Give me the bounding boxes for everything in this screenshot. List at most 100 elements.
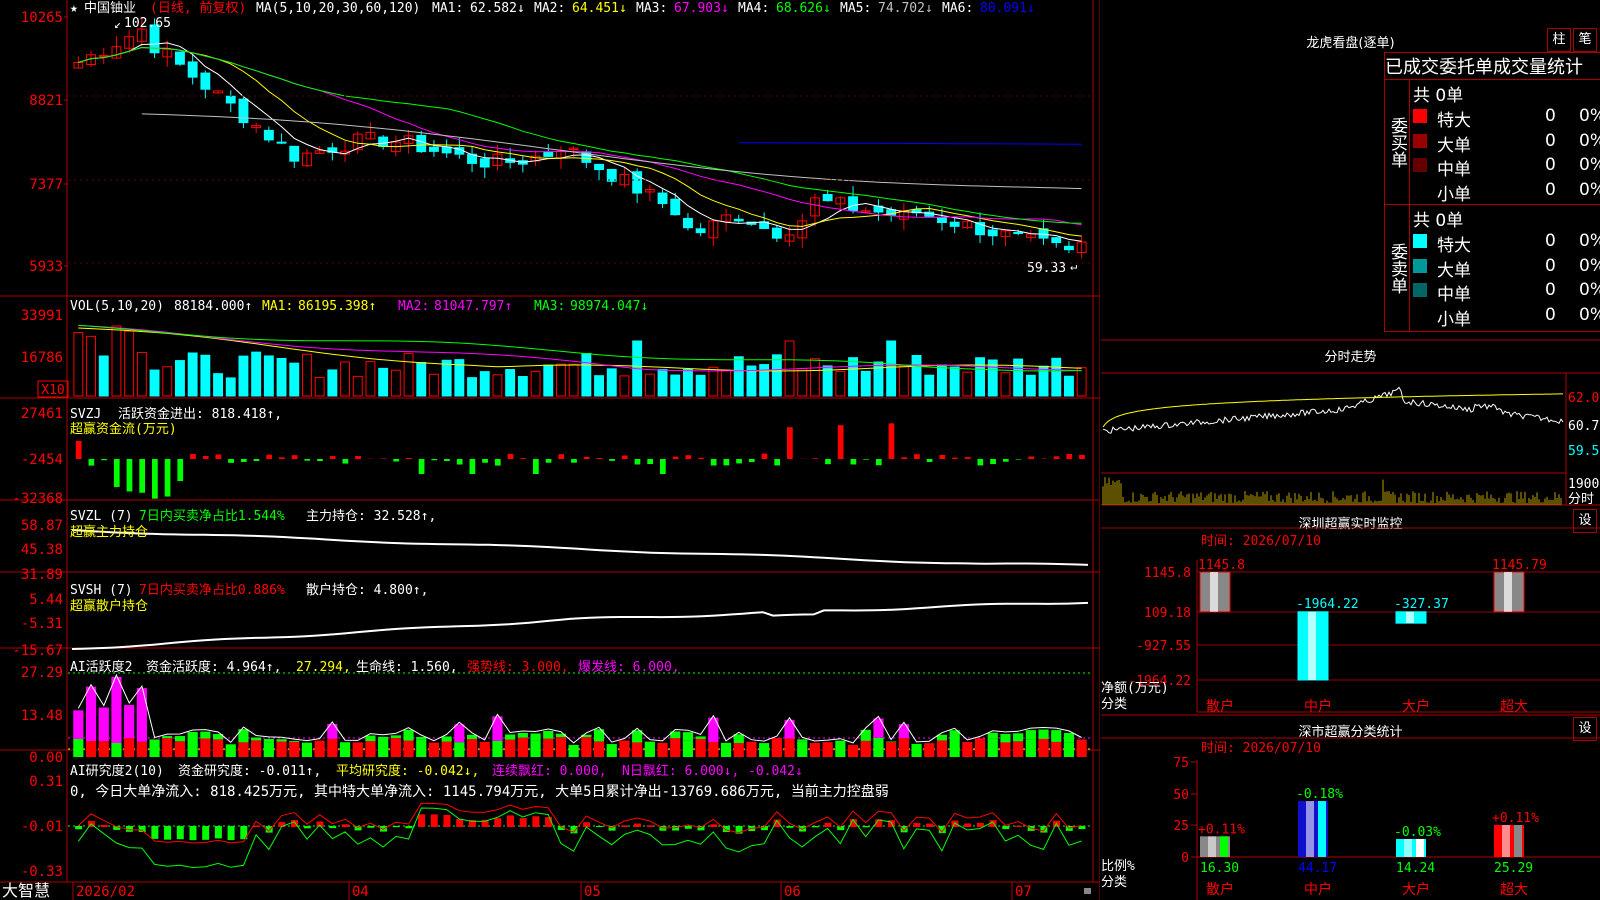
volume-bar xyxy=(314,376,325,397)
high-price-label: 102.65 xyxy=(124,16,171,31)
classify-title: 深市超赢分类统计 xyxy=(1298,725,1403,740)
volume-bar xyxy=(340,361,350,397)
activity-bar-base xyxy=(352,742,363,757)
vol-y-tick: 33991 xyxy=(21,308,63,324)
activity-bar-top xyxy=(797,739,808,742)
ai-activity-label: AI活跃度2 xyxy=(70,659,132,675)
research-bar xyxy=(684,826,692,829)
research-bar xyxy=(456,818,464,827)
sell-row[interactable]: 特大 0 0% xyxy=(1413,231,1600,256)
realtime-monitor-panel: 深圳超赢实时监控 设 xyxy=(1101,505,1600,715)
volume-bar xyxy=(403,352,414,397)
svzl-y-tick: 45.38 xyxy=(21,542,63,558)
fund-flow-bar xyxy=(126,459,133,492)
candle-body xyxy=(848,196,858,211)
buy-row[interactable]: 大单 0 0% xyxy=(1413,130,1600,156)
activity-bar-base xyxy=(708,742,719,757)
activity-bar-base xyxy=(720,742,732,757)
activity-bar-top xyxy=(1025,730,1036,740)
activity-bar-top xyxy=(530,733,541,741)
activity-bar-top xyxy=(263,738,274,743)
research-bar xyxy=(151,826,159,839)
category-count: 0 xyxy=(1545,304,1556,325)
stock-chart[interactable]: 10265 8821 7377 5933 ★ 中国铀业 (日线, 前复权) MA(5,10,2… xyxy=(0,0,1100,900)
candle-body xyxy=(378,136,389,147)
research-bar xyxy=(202,826,210,840)
volume-bar xyxy=(416,362,427,397)
svsh-y-tick: 5.44 xyxy=(29,592,63,608)
vol-ma-value-2: 81047.797↑ xyxy=(434,299,512,314)
activity-bar-top xyxy=(441,736,452,742)
volume-bar xyxy=(1064,375,1074,397)
sell-row[interactable]: 小单 0 0% xyxy=(1413,304,1600,330)
buy-row[interactable]: 小单 0 0% xyxy=(1413,180,1600,205)
candle-body xyxy=(632,171,643,194)
sell-row[interactable]: 大单 0 0% xyxy=(1413,256,1600,281)
lock-icon xyxy=(1084,888,1091,894)
category-label: 大单 xyxy=(1437,260,1471,281)
research-bar xyxy=(303,826,311,829)
fund-flow-bar xyxy=(698,457,704,459)
volume-bar xyxy=(390,369,401,397)
category-pct: 0% xyxy=(1579,231,1600,251)
fund-flow-bar xyxy=(507,453,514,459)
fund-flow-bar xyxy=(418,459,425,474)
fund-flow-bar xyxy=(571,459,577,463)
research-bar xyxy=(786,826,794,828)
category-pct: 0% xyxy=(1579,106,1600,126)
activity-bar-top xyxy=(543,731,554,739)
research-bar xyxy=(176,826,184,840)
candle-body xyxy=(771,227,782,239)
candle-body xyxy=(949,221,960,227)
candle-body xyxy=(733,218,744,222)
pen-view-button[interactable]: 笔 xyxy=(1573,28,1597,52)
activity-bar-base xyxy=(289,742,300,757)
sell-row[interactable]: 中单 0 0% xyxy=(1413,280,1600,305)
main-force-line xyxy=(71,529,1089,566)
research-bar xyxy=(646,825,654,827)
fund-flow-bar xyxy=(710,459,717,466)
activity-bar-top xyxy=(416,736,427,740)
vol-ma-label-3: MA3: xyxy=(534,299,565,314)
volume-bar xyxy=(721,369,731,397)
fund-flow-bar xyxy=(482,459,488,463)
fund-flow-bar xyxy=(431,459,438,461)
volume-bar xyxy=(111,325,122,397)
svsh-y-tick: -5.31 xyxy=(21,616,63,632)
fund-flow-bar xyxy=(355,456,361,459)
volume-bar xyxy=(708,366,719,397)
vol-ma-line-1 xyxy=(78,327,1082,372)
category-label: 小单 xyxy=(1437,309,1471,330)
activity-bar-base xyxy=(276,741,287,757)
volume-bar xyxy=(543,364,554,397)
research-bar xyxy=(494,818,502,827)
buy-row[interactable]: 特大 0 0% xyxy=(1413,106,1600,131)
activity-bar-top xyxy=(454,724,465,743)
buy-row[interactable]: 中单 0 0% xyxy=(1413,155,1600,180)
candle-body xyxy=(416,135,427,153)
ma-value-2: 64.451↓ xyxy=(572,1,627,16)
activity-bar-top xyxy=(390,735,401,738)
ma-line-1 xyxy=(78,42,1082,242)
volume-bar xyxy=(162,366,173,397)
volume-bar xyxy=(149,369,160,397)
activity-bar-base xyxy=(1051,741,1062,757)
volume-bar xyxy=(1025,374,1036,397)
dragon-tiger-title: 龙虎看盘(逐单) xyxy=(1306,36,1395,51)
research-bar xyxy=(329,826,337,829)
classify-settings-button[interactable]: 设 xyxy=(1573,717,1597,741)
bar-view-button[interactable]: 柱 xyxy=(1547,28,1571,52)
monitor-settings-button[interactable]: 设 xyxy=(1573,509,1597,533)
volume-bar xyxy=(797,368,808,397)
x-axis-label: 04 xyxy=(352,884,369,900)
activity-bar-base xyxy=(555,737,567,757)
fund-flow-bar xyxy=(456,459,463,465)
research-bar xyxy=(392,826,400,828)
volume-bar xyxy=(187,352,198,397)
category-count: 0 xyxy=(1545,130,1556,151)
category-pct: 0% xyxy=(1579,130,1600,151)
fund-flow-bar xyxy=(964,457,971,459)
volume-bar xyxy=(898,365,909,397)
buy-orders-box: 委买单共 0单特大 0 0% 大单 0 0% 中单 0 0% 小单 0 0% xyxy=(1384,79,1600,205)
fund-flow-bar xyxy=(875,459,882,466)
